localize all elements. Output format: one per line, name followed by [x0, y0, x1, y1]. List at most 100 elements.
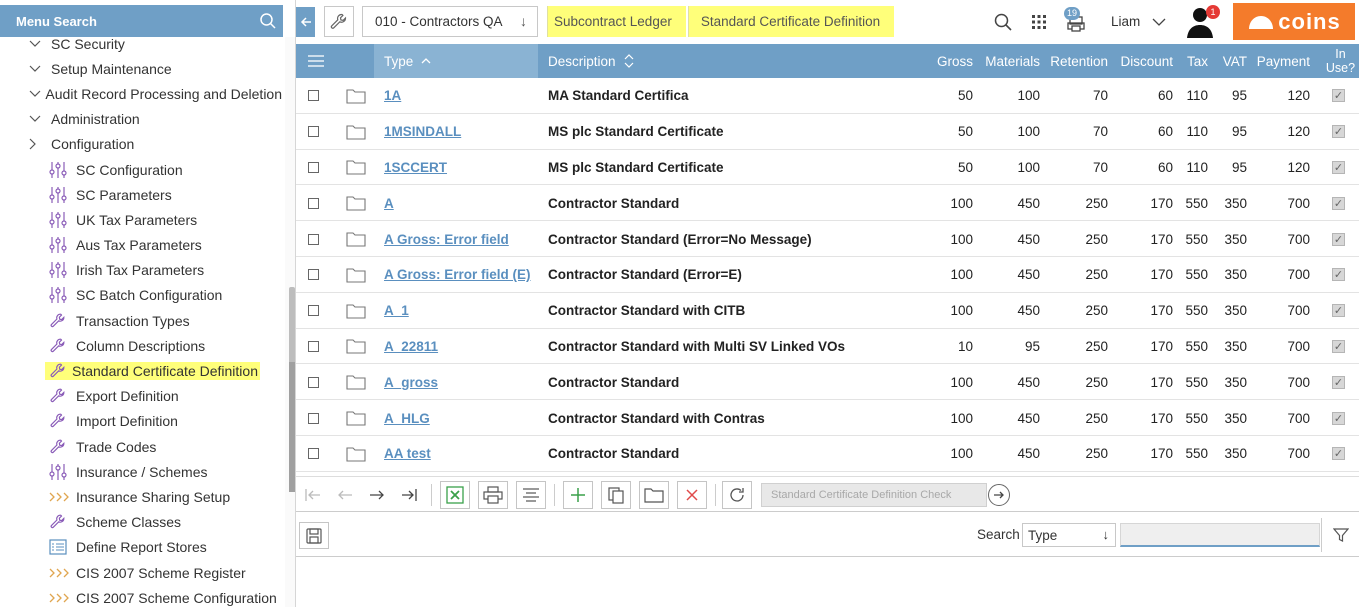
- sidebar-item-insurance-sharing-setup[interactable]: Insurance Sharing Setup: [0, 484, 282, 509]
- sidebar-item-column-descriptions[interactable]: Column Descriptions: [0, 333, 282, 358]
- column-header-type[interactable]: Type: [374, 44, 538, 78]
- global-search-button[interactable]: [990, 6, 1016, 37]
- row-select-checkbox[interactable]: [308, 114, 322, 150]
- sidebar-item-sc-batch-configuration[interactable]: SC Batch Configuration: [0, 283, 282, 308]
- column-header-discount[interactable]: Discount: [1111, 44, 1173, 78]
- sidebar-item-administration[interactable]: Administration: [0, 107, 282, 132]
- column-header-retention[interactable]: Retention: [1044, 44, 1108, 78]
- table-row[interactable]: A_1 Contractor Standard with CITB 100 450 25…: [296, 293, 1359, 329]
- sidebar-item-scheme-classes[interactable]: Scheme Classes: [0, 510, 282, 535]
- table-row[interactable]: 1A MA Standard Certifica 50 100 70 60 110 95 120…: [296, 78, 1359, 114]
- previous-page-button[interactable]: [330, 481, 360, 509]
- row-select-checkbox[interactable]: [308, 364, 322, 400]
- column-header-payment[interactable]: Payment: [1251, 44, 1310, 78]
- table-row[interactable]: A Gross: Error field (E) Contractor Stand…: [296, 257, 1359, 293]
- column-header-tax[interactable]: Tax: [1176, 44, 1208, 78]
- sidebar-item-trade-codes[interactable]: Trade Codes: [0, 434, 282, 459]
- row-folder-button[interactable]: [346, 221, 368, 257]
- sidebar-scrollbar[interactable]: [285, 37, 295, 607]
- table-row[interactable]: 1SCCERT MS plc Standard Certificate 50 100 7…: [296, 150, 1359, 186]
- sidebar-item-transaction-types[interactable]: Transaction Types: [0, 308, 282, 333]
- row-folder-button[interactable]: [346, 114, 368, 150]
- sidebar-item-export-definition[interactable]: Export Definition: [0, 384, 282, 409]
- sidebar-scrollbar-thumb[interactable]: [289, 362, 295, 492]
- delete-record-button[interactable]: [677, 481, 707, 509]
- user-profile-button[interactable]: 1: [1182, 2, 1220, 40]
- go-arrow-button[interactable]: [988, 484, 1010, 506]
- row-select-checkbox[interactable]: [308, 329, 322, 365]
- type-link[interactable]: A_22811: [384, 339, 438, 354]
- sidebar-item-uk-tax-parameters[interactable]: UK Tax Parameters: [0, 207, 282, 232]
- save-button[interactable]: [299, 522, 329, 549]
- type-link[interactable]: A Gross: Error field (E): [384, 267, 531, 282]
- type-link[interactable]: A_1: [384, 303, 409, 318]
- sidebar-item-sc-configuration[interactable]: SC Configuration: [0, 157, 282, 182]
- type-link[interactable]: A Gross: Error field: [384, 232, 509, 247]
- sidebar-item-sc-parameters[interactable]: SC Parameters: [0, 182, 282, 207]
- table-row[interactable]: A_HLG Contractor Standard with Contras 100…: [296, 400, 1359, 436]
- sidebar-item-audit-record-processing-and-deletion[interactable]: Audit Record Processing and Deletion: [0, 81, 282, 106]
- user-menu[interactable]: Liam: [1111, 6, 1171, 37]
- row-folder-button[interactable]: [346, 436, 368, 472]
- type-link[interactable]: A_gross: [384, 375, 438, 390]
- open-folder-button[interactable]: [639, 481, 669, 509]
- column-header-materials[interactable]: Materials: [976, 44, 1040, 78]
- export-excel-button[interactable]: [440, 481, 470, 509]
- next-page-button[interactable]: [362, 481, 392, 509]
- table-row[interactable]: A Contractor Standard 100 450 250 170 550 350 70…: [296, 185, 1359, 222]
- add-record-button[interactable]: [563, 481, 593, 509]
- table-row[interactable]: A_gross Contractor Standard 100 450 250 170 55…: [296, 364, 1359, 401]
- print-queue-button[interactable]: 19: [1060, 6, 1090, 37]
- row-select-checkbox[interactable]: [308, 436, 322, 472]
- breadcrumb-item-subcontract-ledger[interactable]: Subcontract Ledger: [547, 6, 686, 37]
- type-link[interactable]: 1SCCERT: [384, 160, 447, 175]
- type-link[interactable]: A_HLG: [384, 411, 430, 426]
- row-folder-button[interactable]: [346, 78, 368, 114]
- search-field-select[interactable]: Type ↓: [1022, 523, 1116, 547]
- row-select-checkbox[interactable]: [308, 185, 322, 221]
- sidebar-item-setup-maintenance[interactable]: Setup Maintenance: [0, 56, 282, 81]
- sidebar-item-configuration[interactable]: Configuration: [0, 132, 282, 157]
- last-page-button[interactable]: [394, 481, 424, 509]
- row-select-checkbox[interactable]: [308, 150, 322, 186]
- row-select-checkbox[interactable]: [308, 400, 322, 436]
- column-options-button[interactable]: [296, 44, 336, 78]
- sidebar-item-define-report-stores[interactable]: Define Report Stores: [0, 535, 282, 560]
- type-link[interactable]: 1A: [384, 88, 401, 103]
- table-row[interactable]: A_22811 Contractor Standard with Multi SV…: [296, 329, 1359, 365]
- column-header-in-use[interactable]: In Use?: [1322, 44, 1359, 78]
- certificate-check-field[interactable]: Standard Certificate Definition Check: [761, 483, 987, 507]
- table-row[interactable]: AA test Contractor Standard 100 450 250 170 55…: [296, 436, 1359, 472]
- column-header-description[interactable]: Description: [538, 44, 838, 78]
- type-link[interactable]: 1MSINDALL: [384, 124, 461, 139]
- table-row[interactable]: 1MSINDALL MS plc Standard Certificate 50 10…: [296, 114, 1359, 150]
- row-folder-button[interactable]: [346, 293, 368, 329]
- row-folder-button[interactable]: [346, 150, 368, 186]
- tools-button[interactable]: [324, 6, 354, 37]
- row-folder-button[interactable]: [346, 329, 368, 365]
- row-folder-button[interactable]: [346, 257, 368, 293]
- row-select-checkbox[interactable]: [308, 78, 322, 114]
- menu-search-bar[interactable]: Menu Search: [0, 5, 283, 37]
- breadcrumb-item-standard-certificate-definition[interactable]: Standard Certificate Definition: [687, 6, 895, 37]
- first-page-button[interactable]: [298, 481, 328, 509]
- row-folder-button[interactable]: [346, 400, 368, 436]
- sidebar-item-aus-tax-parameters[interactable]: Aus Tax Parameters: [0, 233, 282, 258]
- row-select-checkbox[interactable]: [308, 257, 322, 293]
- column-header-gross[interactable]: Gross: [916, 44, 973, 78]
- back-arrow-button[interactable]: [296, 7, 315, 37]
- sidebar-item-cis-2007-scheme-register[interactable]: CIS 2007 Scheme Register: [0, 560, 282, 585]
- copy-record-button[interactable]: [601, 481, 631, 509]
- row-select-checkbox[interactable]: [308, 293, 322, 329]
- column-layout-button[interactable]: [516, 481, 546, 509]
- sidebar-item-import-definition[interactable]: Import Definition: [0, 409, 282, 434]
- company-selector[interactable]: 010 - Contractors QA ↓: [362, 6, 538, 37]
- search-icon[interactable]: [253, 6, 283, 36]
- row-folder-button[interactable]: [346, 364, 368, 400]
- sidebar-item-standard-certificate-definition[interactable]: Standard Certificate Definition: [0, 358, 282, 383]
- print-button[interactable]: [478, 481, 508, 509]
- filter-button[interactable]: [1321, 518, 1359, 552]
- table-row[interactable]: A Gross: Error field Contractor Standard …: [296, 221, 1359, 257]
- row-select-checkbox[interactable]: [308, 221, 322, 257]
- type-link[interactable]: A: [384, 196, 394, 211]
